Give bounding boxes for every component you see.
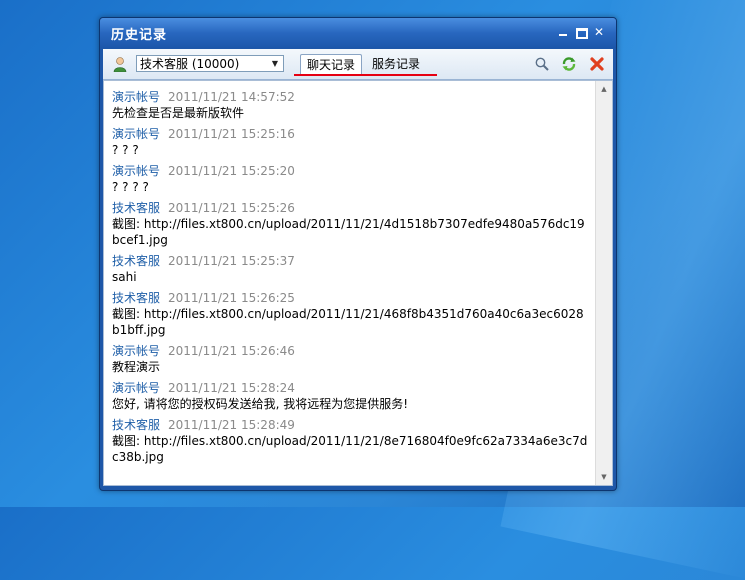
message-time: 2011/11/21 15:25:26 — [168, 201, 295, 215]
refresh-icon[interactable] — [561, 56, 577, 72]
message-body: 截图: http://files.xt800.cn/upload/2011/11… — [112, 434, 588, 464]
history-window: 历史记录 ✕ 技术客服 (10000) ▼ 聊天记录 服务记录 演示帐号 201… — [99, 17, 617, 491]
message-body: 截图: http://files.xt800.cn/upload/2011/11… — [112, 217, 585, 247]
message-body: 截图: http://files.xt800.cn/upload/2011/11… — [112, 307, 584, 337]
tab-service-history[interactable]: 服务记录 — [366, 54, 426, 74]
message-time: 2011/11/21 15:28:49 — [168, 418, 295, 432]
message-item: 技术客服 2011/11/21 15:26:25 截图: http://files… — [112, 290, 590, 338]
message-time: 2011/11/21 15:26:25 — [168, 291, 295, 305]
message-body: sahi — [112, 270, 137, 284]
message-item: 技术客服 2011/11/21 15:28:49 截图: http://files… — [112, 417, 590, 465]
message-sender: 演示帐号 — [112, 90, 161, 104]
message-item: 演示帐号 2011/11/21 14:57:52 先检查是否是最新版软件 — [112, 89, 590, 121]
message-time: 2011/11/21 15:28:24 — [168, 381, 295, 395]
toolbar: 技术客服 (10000) ▼ 聊天记录 服务记录 — [103, 49, 613, 80]
vertical-scrollbar[interactable]: ▲ ▼ — [595, 81, 612, 485]
scroll-up-icon[interactable]: ▲ — [597, 82, 611, 96]
message-item: 技术客服 2011/11/21 15:25:37 sahi — [112, 253, 590, 285]
close-button[interactable]: ✕ — [592, 25, 606, 39]
message-item: 演示帐号 2011/11/21 15:28:24 您好, 请将您的授权码发送给我,… — [112, 380, 590, 412]
message-body: ? ? ? — [112, 143, 139, 157]
message-time: 2011/11/21 15:26:46 — [168, 344, 295, 358]
message-sender: 演示帐号 — [112, 344, 161, 358]
message-sender: 技术客服 — [112, 291, 161, 305]
message-body: 先检查是否是最新版软件 — [112, 106, 245, 120]
message-sender: 技术客服 — [112, 254, 161, 268]
message-sender: 技术客服 — [112, 418, 161, 432]
scroll-down-icon[interactable]: ▼ — [597, 470, 611, 484]
maximize-button[interactable] — [574, 25, 588, 39]
message-time: 2011/11/21 15:25:20 — [168, 164, 295, 178]
contact-select-value: 技术客服 (10000) — [140, 57, 240, 71]
message-sender: 技术客服 — [112, 201, 161, 215]
window-title: 历史记录 — [111, 28, 168, 43]
maximize-icon — [576, 28, 588, 39]
message-body: ? ? ? ? — [112, 180, 149, 194]
minimize-icon — [559, 34, 567, 36]
message-body: 教程演示 — [112, 360, 161, 374]
message-list: 演示帐号 2011/11/21 14:57:52 先检查是否是最新版软件 演示帐号… — [112, 89, 590, 470]
message-item: 演示帐号 2011/11/21 15:25:16 ? ? ? — [112, 126, 590, 158]
tab-underline — [294, 74, 437, 76]
message-item: 演示帐号 2011/11/21 15:26:46 教程演示 — [112, 343, 590, 375]
message-sender: 演示帐号 — [112, 381, 161, 395]
message-time: 2011/11/21 15:25:16 — [168, 127, 295, 141]
title-bar[interactable]: 历史记录 ✕ — [100, 18, 616, 48]
tab-chat-history[interactable]: 聊天记录 — [300, 54, 363, 75]
search-icon[interactable] — [534, 56, 550, 72]
close-icon: ✕ — [593, 25, 605, 39]
message-time: 2011/11/21 14:57:52 — [168, 90, 295, 104]
user-avatar-icon — [113, 57, 127, 72]
message-item: 技术客服 2011/11/21 15:25:26 截图: http://files… — [112, 200, 590, 248]
delete-icon[interactable] — [589, 56, 605, 72]
message-sender: 演示帐号 — [112, 164, 161, 178]
message-history-panel[interactable]: 演示帐号 2011/11/21 14:57:52 先检查是否是最新版软件 演示帐号… — [103, 80, 613, 486]
contact-select[interactable]: 技术客服 (10000) ▼ — [136, 55, 284, 72]
chevron-down-icon[interactable]: ▼ — [268, 57, 282, 70]
message-item: 演示帐号 2011/11/21 15:25:20 ? ? ? ? — [112, 163, 590, 195]
message-sender: 演示帐号 — [112, 127, 161, 141]
message-body: 您好, 请将您的授权码发送给我, 我将远程为您提供服务! — [112, 397, 409, 411]
message-time: 2011/11/21 15:25:37 — [168, 254, 295, 268]
minimize-button[interactable] — [556, 25, 570, 39]
